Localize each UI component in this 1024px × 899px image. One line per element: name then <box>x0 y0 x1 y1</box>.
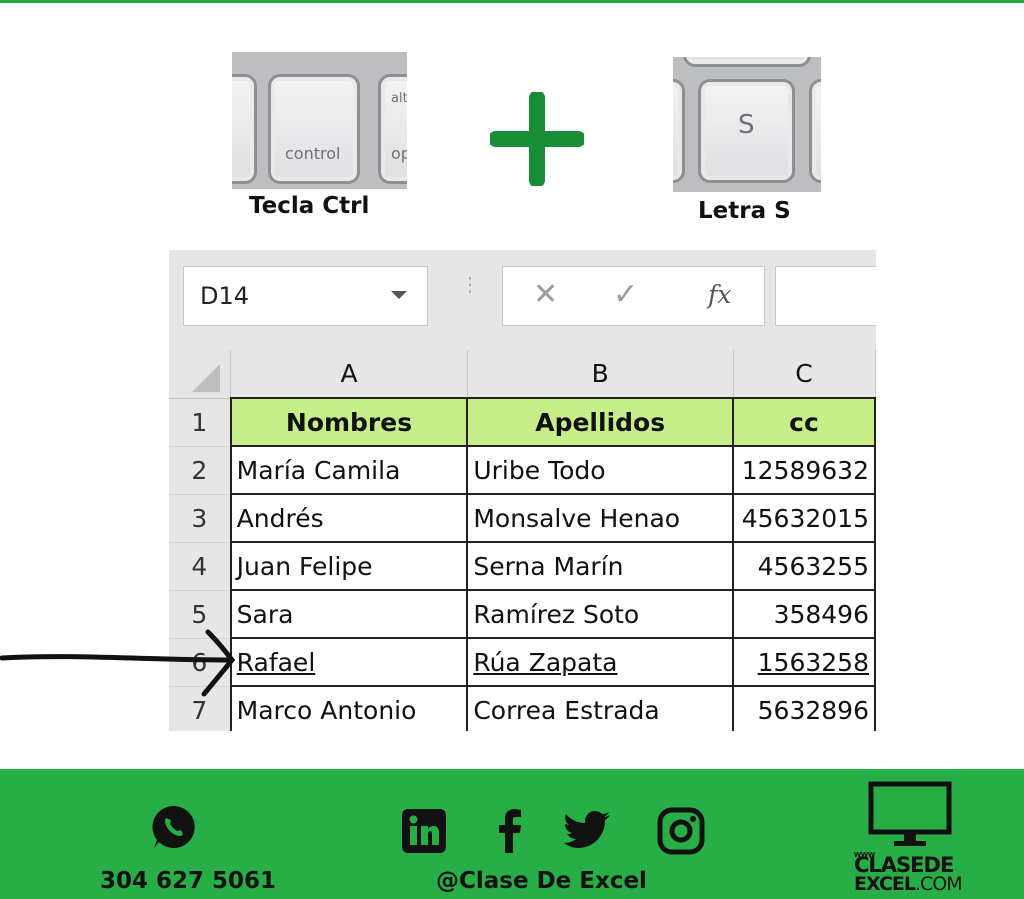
cell-apellido-text: Rúa Zapata <box>473 647 618 677</box>
social-handle: @Clase De Excel <box>436 868 647 894</box>
brand-domain: EXCEL.COM <box>854 873 963 895</box>
cell-nombre[interactable]: Sara <box>229 589 469 639</box>
cell-cc[interactable]: 358496 <box>732 589 876 639</box>
cell-header-nombres[interactable]: Nombres <box>229 397 469 447</box>
phone-number: 304 627 5061 <box>100 868 277 894</box>
column-header-b[interactable]: B <box>467 350 734 399</box>
ctrl-key-photo: control alt op <box>232 52 407 189</box>
control-keycap-text: control <box>285 144 341 163</box>
cell-cc[interactable]: 4563255 <box>732 541 876 591</box>
cell-apellido[interactable]: Correa Estrada <box>466 685 734 731</box>
formula-buttons: ✕ ✓ fx <box>502 266 765 326</box>
cell-cc[interactable]: 45632015 <box>732 493 876 543</box>
cell-cc[interactable]: 1563258 <box>732 637 876 687</box>
insert-function-icon[interactable]: fx <box>708 280 731 309</box>
s-keycap-text: S <box>738 110 755 140</box>
spreadsheet-window: D14 ⋮ ✕ ✓ fx A B C 1 Nombres Apellidos c… <box>169 250 876 731</box>
chevron-down-icon[interactable] <box>391 291 407 299</box>
footer-bar: 304 627 5061 @Clase De Excel www CLASEDE… <box>0 769 1024 899</box>
option-keycap: alt op <box>378 74 407 184</box>
adjacent-key <box>809 79 821 183</box>
alt-keycap-text: alt <box>391 91 407 106</box>
top-accent-line <box>0 0 1024 3</box>
row-header[interactable]: 2 <box>169 446 232 495</box>
instagram-icon[interactable] <box>657 807 705 855</box>
check-icon[interactable]: ✓ <box>613 277 638 312</box>
cell-nombre[interactable]: Juan Felipe <box>229 541 469 591</box>
monitor-icon <box>868 781 952 846</box>
cell-apellido[interactable]: Serna Marín <box>466 541 734 591</box>
cell-nombre[interactable]: María Camila <box>229 445 469 495</box>
cell-cc-text: 1563258 <box>757 647 869 677</box>
adjacent-key <box>232 74 257 184</box>
formula-bar-input[interactable] <box>775 266 876 326</box>
row-header[interactable]: 4 <box>169 542 232 591</box>
cell-nombre[interactable]: Rafael <box>229 637 469 687</box>
cell-apellido[interactable]: Ramírez Soto <box>466 589 734 639</box>
ctrl-key-caption: Tecla Ctrl <box>249 193 370 219</box>
brand-logo[interactable]: www CLASEDE EXCEL.COM <box>852 781 972 896</box>
control-keycap: control <box>268 74 360 184</box>
adjacent-key <box>683 57 811 67</box>
adjacent-key <box>673 79 685 183</box>
cell-apellido[interactable]: Uribe Todo <box>466 445 734 495</box>
cell-apellido[interactable]: Rúa Zapata <box>466 637 734 687</box>
plus-icon <box>490 92 584 186</box>
whatsapp-icon[interactable] <box>150 803 198 851</box>
brand-excel: EXCEL <box>854 873 916 895</box>
cell-nombre[interactable]: Andrés <box>229 493 469 543</box>
cell-nombre[interactable]: Marco Antonio <box>229 685 469 731</box>
brand-name: CLASEDE <box>854 853 954 877</box>
option-keycap-text: op <box>391 144 407 163</box>
column-header-a[interactable]: A <box>230 350 468 399</box>
s-key-photo: S <box>673 57 821 192</box>
s-keycap: S <box>698 79 795 183</box>
pointer-arrow-icon <box>0 629 236 697</box>
row-header[interactable]: 3 <box>169 494 232 543</box>
cell-cc[interactable]: 5632896 <box>732 685 876 731</box>
drag-handle-icon[interactable]: ⋮ <box>460 275 480 295</box>
name-box-value: D14 <box>200 282 250 310</box>
row-header[interactable]: 1 <box>169 398 232 447</box>
name-box[interactable]: D14 <box>183 266 428 326</box>
twitter-icon[interactable] <box>564 811 610 849</box>
spreadsheet-grid: A B C 1 Nombres Apellidos cc 2 María Cam… <box>169 350 876 731</box>
cell-apellido[interactable]: Monsalve Henao <box>466 493 734 543</box>
brand-tld: .COM <box>914 873 963 895</box>
linkedin-icon[interactable] <box>402 809 446 853</box>
cell-cc[interactable]: 12589632 <box>732 445 876 495</box>
facebook-icon[interactable] <box>497 809 523 853</box>
cell-header-apellidos[interactable]: Apellidos <box>466 397 734 447</box>
cell-header-cc[interactable]: cc <box>732 397 876 447</box>
cancel-icon[interactable]: ✕ <box>533 277 558 312</box>
select-all-corner[interactable] <box>169 350 232 399</box>
s-key-caption: Letra S <box>698 198 791 224</box>
column-header-c[interactable]: C <box>733 350 876 399</box>
